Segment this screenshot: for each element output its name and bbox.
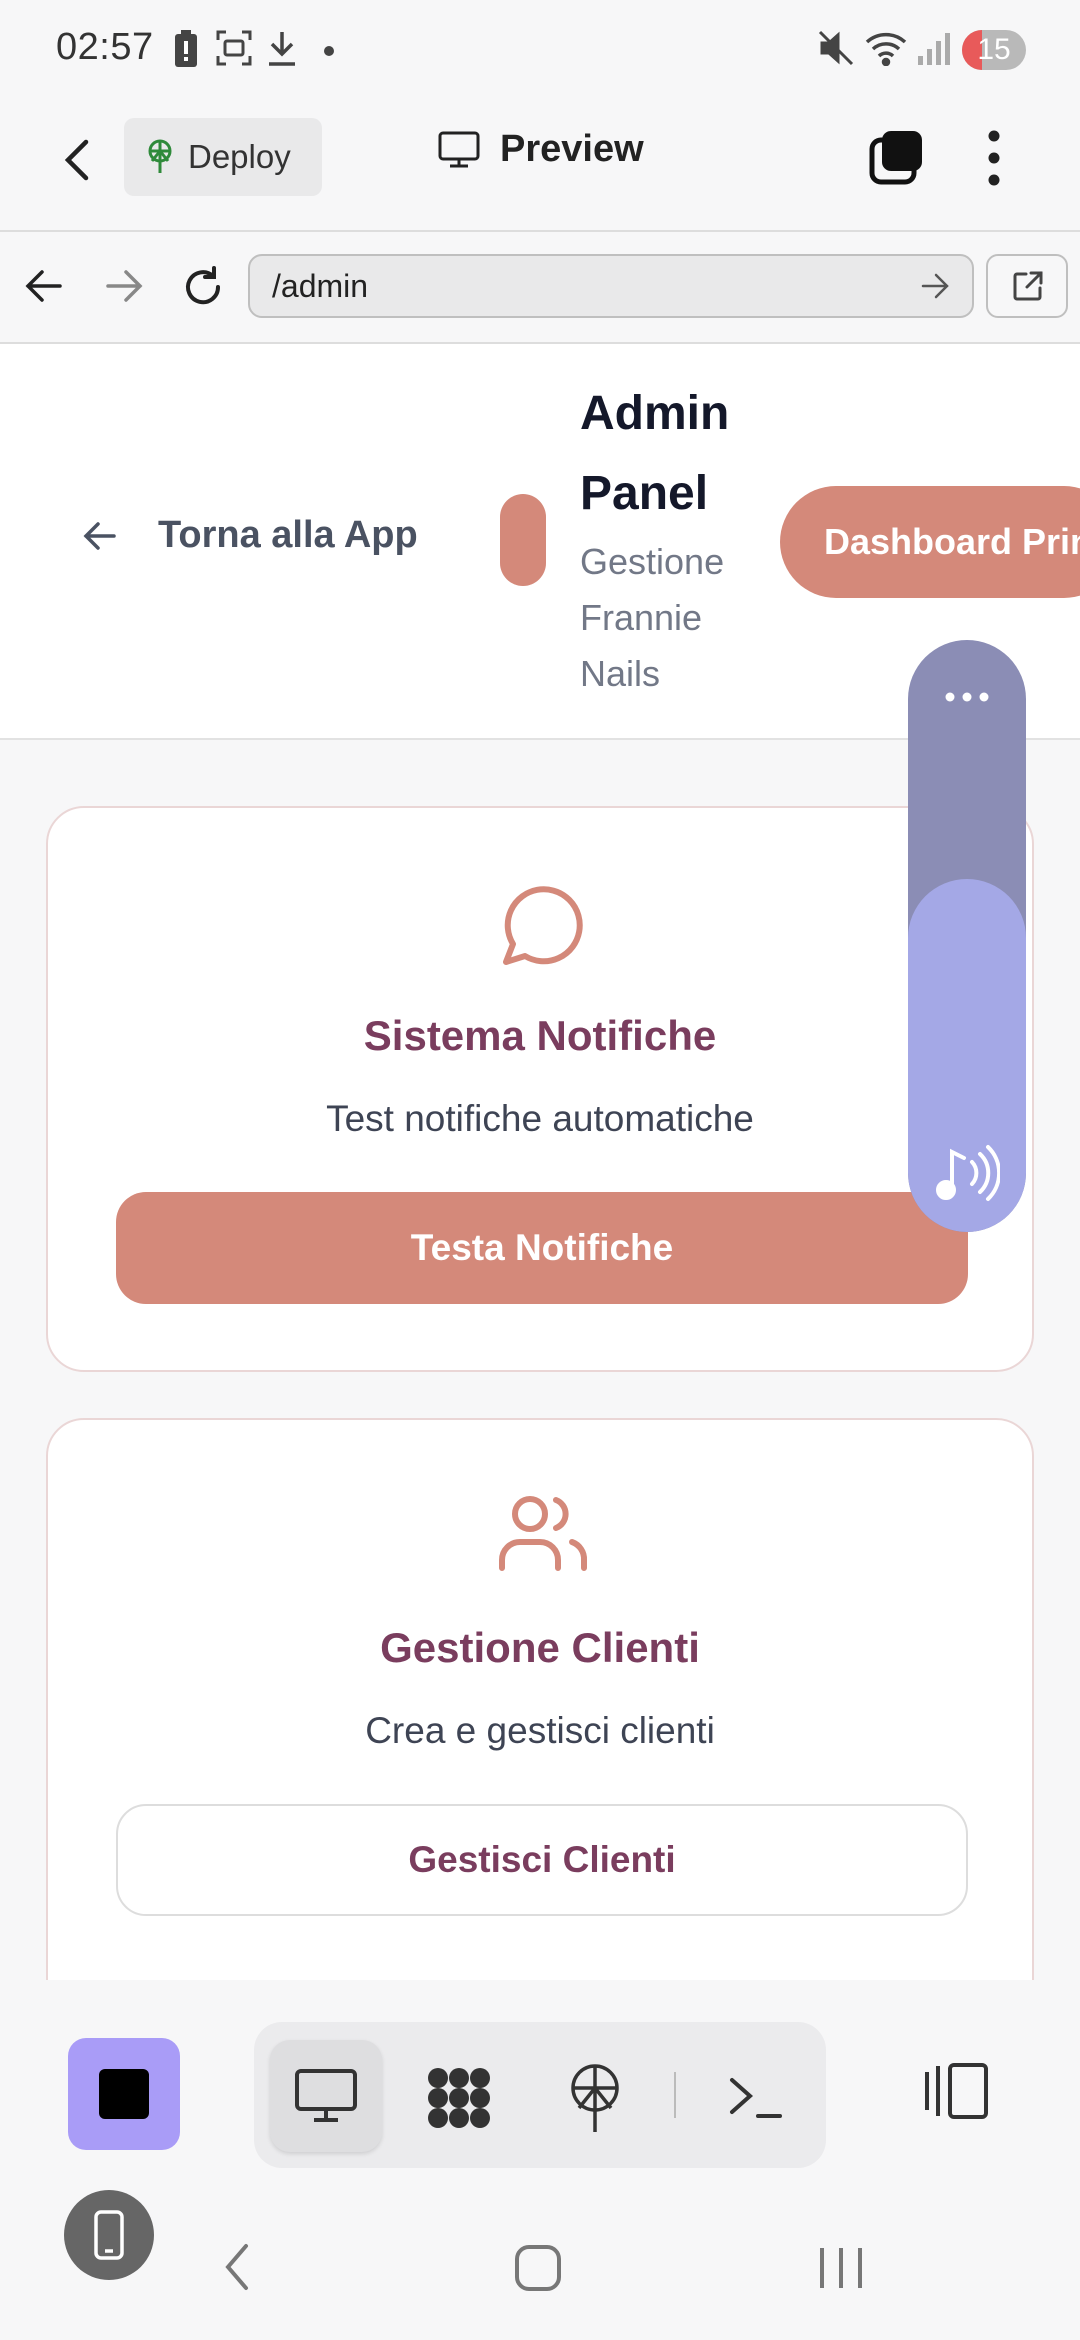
signal-icon <box>916 30 952 66</box>
url-field[interactable]: /admin <box>248 254 974 318</box>
deploy-button[interactable]: Deploy <box>124 118 322 196</box>
chat-bubble-icon <box>498 884 584 970</box>
device-toggle-button[interactable] <box>64 2190 154 2280</box>
go-arrow-icon[interactable] <box>920 272 950 300</box>
back-icon[interactable] <box>58 136 98 184</box>
status-bar: 02:57 15 <box>0 0 1080 100</box>
card-title: Sistema Notifiche <box>363 1012 717 1059</box>
back-to-app-label: Torna alla App <box>158 514 418 556</box>
card-description: Test notifiche automatiche <box>326 1098 754 1139</box>
download-icon <box>266 30 298 68</box>
battery-indicator: 15 <box>962 30 1026 70</box>
external-link-icon <box>1012 270 1044 302</box>
nav-recents-icon[interactable] <box>818 2244 864 2292</box>
device-rotate-icon[interactable] <box>924 2062 990 2120</box>
terminal-icon[interactable] <box>728 2074 784 2120</box>
wifi-icon <box>864 30 908 66</box>
app-bar: Deploy Preview <box>0 100 1080 232</box>
monitor-icon[interactable] <box>294 2068 358 2124</box>
system-nav-bar <box>0 2190 1080 2340</box>
page-title: Admin Panel <box>580 387 730 520</box>
deploy-icon <box>144 139 176 175</box>
test-notifications-button[interactable]: Testa Notifiche <box>116 1192 968 1304</box>
tabs-icon[interactable] <box>868 128 926 186</box>
notifications-card: Sistema Notifiche Test notifiche automat… <box>46 806 1034 1372</box>
manage-clients-button[interactable]: Gestisci Clienti <box>116 1804 968 1916</box>
nav-home-icon[interactable] <box>514 2244 562 2292</box>
reload-icon[interactable] <box>180 264 226 310</box>
users-icon <box>498 1492 588 1572</box>
view-switcher <box>254 2022 826 2168</box>
phone-icon <box>94 2210 124 2260</box>
browser-back-icon[interactable] <box>24 268 64 304</box>
stop-button[interactable] <box>68 2038 180 2150</box>
browser-forward-icon[interactable] <box>104 268 144 304</box>
page-subtitle: Gestione Frannie Nails <box>580 541 725 694</box>
battery-alert-icon <box>174 30 198 68</box>
open-external-button[interactable] <box>986 254 1068 318</box>
dashboard-button[interactable]: Dashboard Principale <box>780 486 1080 598</box>
brand-pill <box>500 494 546 586</box>
volume-slider[interactable] <box>908 640 1026 1232</box>
dot-icon <box>324 46 334 56</box>
nav-back-icon[interactable] <box>222 2242 252 2292</box>
status-time: 02:57 <box>56 26 154 68</box>
preview-label: Preview <box>500 128 644 170</box>
more-icon[interactable] <box>943 690 991 704</box>
arrow-left-icon <box>82 520 118 552</box>
back-to-app-link[interactable]: Torna alla App <box>82 514 418 557</box>
divider <box>674 2072 676 2118</box>
clients-card: Gestione Clienti Crea e gestisci clienti… <box>46 1418 1034 2018</box>
monitor-icon <box>438 131 480 169</box>
browser-bar: /admin <box>0 232 1080 344</box>
mute-icon <box>818 30 854 66</box>
url-text: /admin <box>272 268 369 304</box>
deploy-icon[interactable] <box>566 2064 624 2134</box>
workspace-icon[interactable] <box>424 2066 494 2130</box>
media-volume-icon <box>934 1144 1000 1202</box>
deploy-label: Deploy <box>188 138 291 175</box>
more-options-icon[interactable] <box>986 128 1002 188</box>
preview-tab[interactable]: Preview <box>438 128 644 171</box>
card-title: Gestione Clienti <box>380 1624 700 1671</box>
card-description: Crea e gestisci clienti <box>365 1710 715 1751</box>
screenshot-icon <box>216 30 252 66</box>
